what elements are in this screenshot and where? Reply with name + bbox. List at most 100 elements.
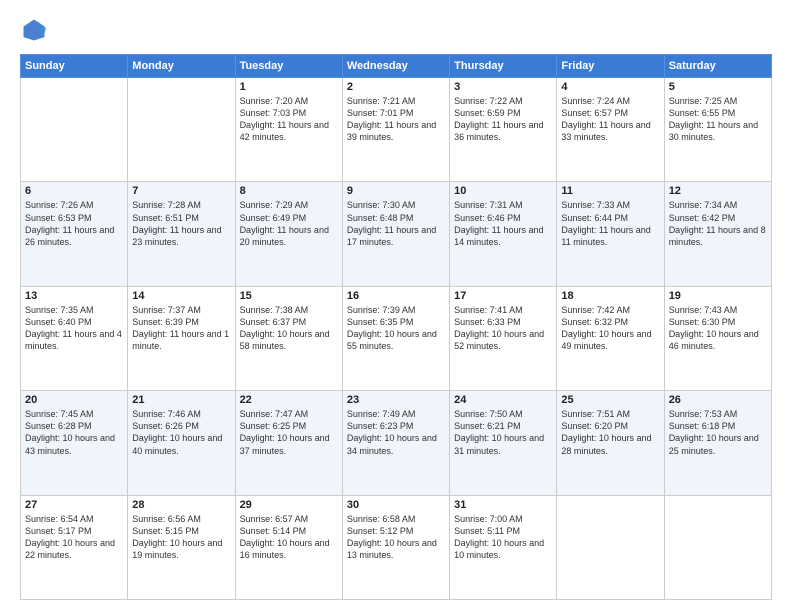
day-info: Sunrise: 7:50 AM Sunset: 6:21 PM Dayligh… — [454, 408, 552, 457]
calendar-cell: 29 Sunrise: 6:57 AM Sunset: 5:14 PM Dayli… — [235, 495, 342, 599]
calendar-cell: 31 Sunrise: 7:00 AM Sunset: 5:11 PM Dayli… — [450, 495, 557, 599]
calendar-cell: 25Sunrise: 7:51 AM Sunset: 6:20 PM Dayli… — [557, 391, 664, 495]
day-info: Sunrise: 7:26 AM Sunset: 6:53 PM Dayligh… — [25, 199, 123, 248]
day-number: 17 — [454, 290, 552, 302]
calendar-cell: 17 Sunrise: 7:41 AM Sunset: 6:33 PM Dayli… — [450, 286, 557, 390]
day-info: Sunrise: 7:31 AM Sunset: 6:46 PM Dayligh… — [454, 199, 552, 248]
calendar-cell: 27 Sunrise: 6:54 AM Sunset: 5:17 PM Dayli… — [21, 495, 128, 599]
day-info: Sunrise: 6:56 AM Sunset: 5:15 PM Dayligh… — [132, 513, 230, 562]
day-number: 14 — [132, 290, 230, 302]
day-info: Sunrise: 7:35 AM Sunset: 6:40 PM Dayligh… — [25, 304, 123, 353]
day-info: Sunrise: 7:37 AM Sunset: 6:39 PM Dayligh… — [132, 304, 230, 353]
day-info: Sunrise: 7:29 AM Sunset: 6:49 PM Dayligh… — [240, 199, 338, 248]
day-number: 6 — [25, 185, 123, 197]
day-info: Sunrise: 7:30 AM Sunset: 6:48 PM Dayligh… — [347, 199, 445, 248]
header-row: SundayMondayTuesdayWednesdayThursdayFrid… — [21, 55, 772, 78]
day-info: Sunrise: 7:38 AM Sunset: 6:37 PM Dayligh… — [240, 304, 338, 353]
day-number: 26 — [669, 394, 767, 406]
calendar-week-row: 1 Sunrise: 7:20 AM Sunset: 7:03 PM Daylig… — [21, 78, 772, 182]
day-number: 7 — [132, 185, 230, 197]
calendar-cell: 18 Sunrise: 7:42 AM Sunset: 6:32 PM Dayli… — [557, 286, 664, 390]
calendar-cell: 28 Sunrise: 6:56 AM Sunset: 5:15 PM Dayli… — [128, 495, 235, 599]
day-info: Sunrise: 7:49 AM Sunset: 6:23 PM Dayligh… — [347, 408, 445, 457]
day-number: 31 — [454, 499, 552, 511]
day-number: 15 — [240, 290, 338, 302]
day-number: 22 — [240, 394, 338, 406]
calendar-cell: 16 Sunrise: 7:39 AM Sunset: 6:35 PM Dayli… — [342, 286, 449, 390]
day-number: 24 — [454, 394, 552, 406]
calendar-cell: 23 Sunrise: 7:49 AM Sunset: 6:23 PM Dayli… — [342, 391, 449, 495]
calendar-cell — [557, 495, 664, 599]
calendar-cell: 11 Sunrise: 7:33 AM Sunset: 6:44 PM Dayli… — [557, 182, 664, 286]
calendar-cell: 1 Sunrise: 7:20 AM Sunset: 7:03 PM Daylig… — [235, 78, 342, 182]
calendar-cell — [664, 495, 771, 599]
day-number: 12 — [669, 185, 767, 197]
day-number: 19 — [669, 290, 767, 302]
day-info: Sunrise: 7:24 AM Sunset: 6:57 PM Dayligh… — [561, 95, 659, 144]
day-number: 27 — [25, 499, 123, 511]
calendar-cell: 24 Sunrise: 7:50 AM Sunset: 6:21 PM Dayli… — [450, 391, 557, 495]
calendar-cell — [128, 78, 235, 182]
calendar-cell: 10 Sunrise: 7:31 AM Sunset: 6:46 PM Dayli… — [450, 182, 557, 286]
day-number: 30 — [347, 499, 445, 511]
weekday-header: Friday — [557, 55, 664, 78]
calendar-cell: 8 Sunrise: 7:29 AM Sunset: 6:49 PM Daylig… — [235, 182, 342, 286]
day-info: Sunrise: 7:20 AM Sunset: 7:03 PM Dayligh… — [240, 95, 338, 144]
logo-icon — [20, 16, 48, 44]
day-number: 11 — [561, 185, 659, 197]
calendar-week-row: 20Sunrise: 7:45 AM Sunset: 6:28 PM Dayli… — [21, 391, 772, 495]
day-info: Sunrise: 7:28 AM Sunset: 6:51 PM Dayligh… — [132, 199, 230, 248]
page: SundayMondayTuesdayWednesdayThursdayFrid… — [0, 0, 792, 612]
day-info: Sunrise: 6:57 AM Sunset: 5:14 PM Dayligh… — [240, 513, 338, 562]
calendar-cell: 15 Sunrise: 7:38 AM Sunset: 6:37 PM Dayli… — [235, 286, 342, 390]
day-info: Sunrise: 7:45 AM Sunset: 6:28 PM Dayligh… — [25, 408, 123, 457]
day-number: 21 — [132, 394, 230, 406]
day-number: 10 — [454, 185, 552, 197]
day-info: Sunrise: 7:25 AM Sunset: 6:55 PM Dayligh… — [669, 95, 767, 144]
day-info: Sunrise: 7:46 AM Sunset: 6:26 PM Dayligh… — [132, 408, 230, 457]
calendar-cell: 13Sunrise: 7:35 AM Sunset: 6:40 PM Dayli… — [21, 286, 128, 390]
day-number: 16 — [347, 290, 445, 302]
calendar-cell: 5 Sunrise: 7:25 AM Sunset: 6:55 PM Daylig… — [664, 78, 771, 182]
calendar-cell: 20Sunrise: 7:45 AM Sunset: 6:28 PM Dayli… — [21, 391, 128, 495]
calendar-cell: 26 Sunrise: 7:53 AM Sunset: 6:18 PM Dayli… — [664, 391, 771, 495]
day-number: 3 — [454, 81, 552, 93]
day-number: 18 — [561, 290, 659, 302]
day-number: 28 — [132, 499, 230, 511]
day-info: Sunrise: 7:43 AM Sunset: 6:30 PM Dayligh… — [669, 304, 767, 353]
calendar-cell: 22Sunrise: 7:47 AM Sunset: 6:25 PM Dayli… — [235, 391, 342, 495]
day-info: Sunrise: 7:41 AM Sunset: 6:33 PM Dayligh… — [454, 304, 552, 353]
calendar-cell: 7 Sunrise: 7:28 AM Sunset: 6:51 PM Daylig… — [128, 182, 235, 286]
day-number: 1 — [240, 81, 338, 93]
calendar-cell: 9 Sunrise: 7:30 AM Sunset: 6:48 PM Daylig… — [342, 182, 449, 286]
day-info: Sunrise: 7:00 AM Sunset: 5:11 PM Dayligh… — [454, 513, 552, 562]
day-info: Sunrise: 7:33 AM Sunset: 6:44 PM Dayligh… — [561, 199, 659, 248]
weekday-header: Sunday — [21, 55, 128, 78]
day-info: Sunrise: 7:39 AM Sunset: 6:35 PM Dayligh… — [347, 304, 445, 353]
day-number: 2 — [347, 81, 445, 93]
calendar-week-row: 6 Sunrise: 7:26 AM Sunset: 6:53 PM Daylig… — [21, 182, 772, 286]
day-number: 5 — [669, 81, 767, 93]
day-info: Sunrise: 7:53 AM Sunset: 6:18 PM Dayligh… — [669, 408, 767, 457]
day-number: 9 — [347, 185, 445, 197]
logo — [20, 16, 52, 44]
calendar-table: SundayMondayTuesdayWednesdayThursdayFrid… — [20, 54, 772, 600]
day-number: 8 — [240, 185, 338, 197]
calendar-cell: 3 Sunrise: 7:22 AM Sunset: 6:59 PM Daylig… — [450, 78, 557, 182]
day-number: 29 — [240, 499, 338, 511]
header — [20, 16, 772, 44]
day-number: 23 — [347, 394, 445, 406]
day-number: 4 — [561, 81, 659, 93]
weekday-header: Monday — [128, 55, 235, 78]
day-info: Sunrise: 7:22 AM Sunset: 6:59 PM Dayligh… — [454, 95, 552, 144]
weekday-header: Wednesday — [342, 55, 449, 78]
calendar-week-row: 13Sunrise: 7:35 AM Sunset: 6:40 PM Dayli… — [21, 286, 772, 390]
day-info: Sunrise: 7:42 AM Sunset: 6:32 PM Dayligh… — [561, 304, 659, 353]
calendar-cell — [21, 78, 128, 182]
calendar-cell: 19 Sunrise: 7:43 AM Sunset: 6:30 PM Dayli… — [664, 286, 771, 390]
day-info: Sunrise: 6:54 AM Sunset: 5:17 PM Dayligh… — [25, 513, 123, 562]
calendar-cell: 14 Sunrise: 7:37 AM Sunset: 6:39 PM Dayli… — [128, 286, 235, 390]
weekday-header: Tuesday — [235, 55, 342, 78]
day-info: Sunrise: 7:51 AM Sunset: 6:20 PM Dayligh… — [561, 408, 659, 457]
calendar-cell: 12Sunrise: 7:34 AM Sunset: 6:42 PM Dayli… — [664, 182, 771, 286]
